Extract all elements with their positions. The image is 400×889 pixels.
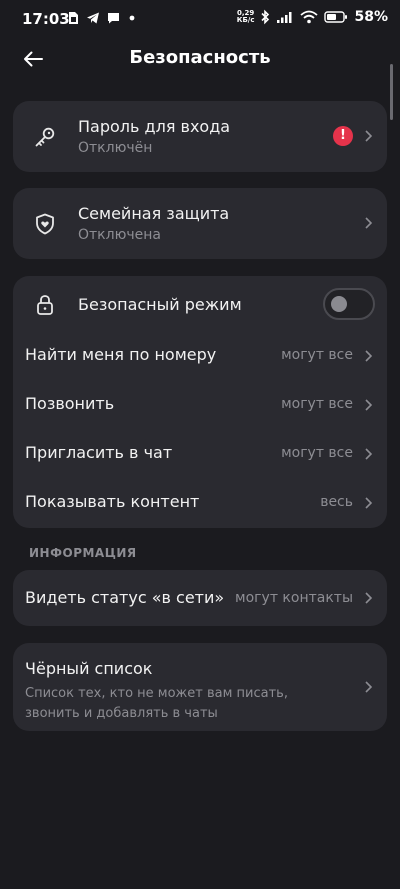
header: Безопасность — [0, 38, 400, 80]
find-by-number-label: Найти меня по номеру — [25, 345, 217, 364]
toggle-knob — [331, 296, 347, 312]
family-title: Семейная защита — [78, 204, 230, 223]
battery-icon — [324, 11, 348, 23]
blacklist-row[interactable]: Чёрный список Список тех, кто не может в… — [13, 643, 387, 731]
online-status-label: Видеть статус «в сети» — [25, 588, 225, 607]
password-subtitle: Отключён — [78, 140, 153, 156]
password-card: Пароль для входа Отключён ! — [13, 101, 387, 172]
shield-heart-icon — [36, 213, 54, 235]
chevron-right-icon — [365, 217, 373, 229]
empty-bottom-area — [0, 740, 400, 889]
family-row[interactable]: Семейная защита Отключена — [13, 188, 387, 259]
lock-icon — [37, 295, 53, 315]
page-title: Безопасность — [129, 47, 271, 68]
chevron-right-icon — [365, 497, 373, 509]
chevron-right-icon — [365, 399, 373, 411]
privacy-card: Безопасный режим Найти меня по номеру мо… — [13, 276, 387, 528]
online-status-value: могут контакты — [235, 590, 353, 606]
scrollbar[interactable] — [390, 64, 393, 120]
show-content-label: Показывать контент — [25, 492, 200, 511]
call-label: Позвонить — [25, 394, 115, 413]
safe-mode-toggle[interactable] — [323, 288, 375, 320]
show-content-value: весь — [320, 494, 353, 510]
safe-mode-title: Безопасный режим — [78, 295, 242, 314]
family-card: Семейная защита Отключена — [13, 188, 387, 259]
safe-mode-row: Безопасный режим — [13, 276, 387, 332]
chevron-right-icon — [365, 350, 373, 362]
chevron-right-icon — [365, 130, 373, 142]
key-icon — [35, 127, 55, 147]
message-icon — [108, 13, 119, 24]
status-right: 0,29 КБ/с 58% — [237, 9, 388, 25]
blacklist-title: Чёрный список — [25, 659, 153, 678]
wifi-icon — [300, 10, 319, 24]
telegram-icon — [87, 12, 99, 24]
call-value: могут все — [281, 396, 353, 412]
chevron-right-icon — [365, 592, 373, 604]
net-speed-unit: КБ/с — [236, 16, 255, 24]
status-bar: 17:03 0,29 КБ/с 58% — [0, 0, 400, 38]
password-title: Пароль для входа — [78, 117, 231, 136]
more-dots-icon — [129, 15, 135, 21]
alert-badge: ! — [333, 126, 353, 146]
section-header-info: ИНФОРМАЦИЯ — [29, 546, 137, 560]
network-speed: 0,29 КБ/с — [237, 10, 255, 24]
invite-to-chat-value: могут все — [281, 445, 353, 461]
blacklist-card: Чёрный список Список тех, кто не может в… — [13, 643, 387, 731]
online-status-card: Видеть статус «в сети» могут контакты — [13, 570, 387, 626]
show-content-row[interactable]: Показывать контент весь — [13, 479, 387, 528]
signal-icon — [277, 12, 292, 23]
chevron-right-icon — [365, 681, 373, 693]
blacklist-description: Список тех, кто не может вам писать, зво… — [25, 686, 288, 721]
status-time: 17:03 — [22, 10, 70, 28]
bluetooth-icon — [261, 9, 270, 25]
sim-icon — [69, 12, 78, 24]
chevron-right-icon — [365, 448, 373, 460]
notification-icons — [66, 11, 137, 25]
invite-to-chat-row[interactable]: Пригласить в чат могут все — [13, 430, 387, 479]
family-subtitle: Отключена — [78, 227, 161, 243]
invite-to-chat-label: Пригласить в чат — [25, 443, 173, 462]
find-by-number-row[interactable]: Найти меня по номеру могут все — [13, 332, 387, 381]
call-row[interactable]: Позвонить могут все — [13, 381, 387, 430]
battery-percent: 58% — [354, 9, 388, 25]
online-status-row[interactable]: Видеть статус «в сети» могут контакты — [13, 570, 387, 626]
password-row[interactable]: Пароль для входа Отключён ! — [13, 101, 387, 172]
find-by-number-value: могут все — [281, 347, 353, 363]
